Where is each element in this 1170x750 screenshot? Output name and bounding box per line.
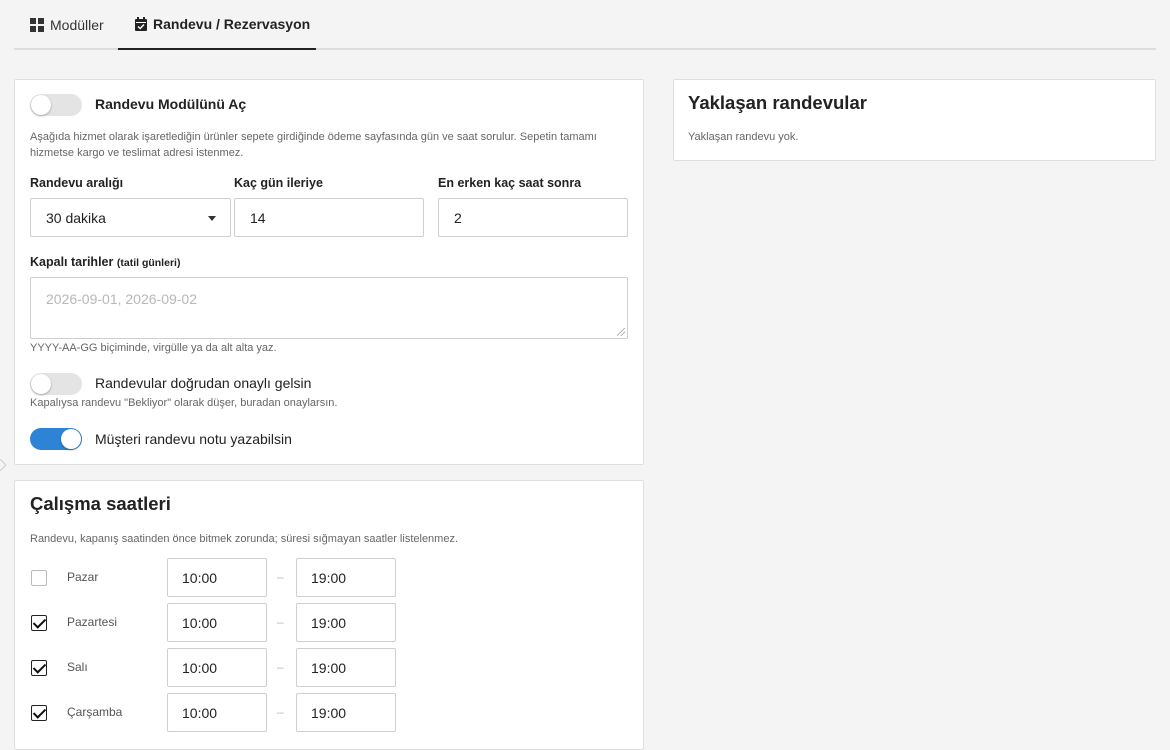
days-ahead-value: 14 bbox=[250, 209, 266, 226]
auto-confirm-toggle[interactable] bbox=[30, 373, 82, 395]
close-time-value: 19:00 bbox=[311, 614, 347, 631]
open-time-input[interactable]: 10:00 bbox=[167, 603, 267, 642]
open-time-input[interactable]: 10:00 bbox=[167, 558, 267, 597]
min-hours-label: En erken kaç saat sonra bbox=[438, 176, 582, 190]
closed-dates-label: Kapalı tarihler (tatil günleri) bbox=[30, 255, 180, 269]
min-hours-value: 2 bbox=[454, 209, 462, 226]
interval-label: Randevu aralığı bbox=[30, 176, 124, 190]
time-separator: – bbox=[277, 570, 284, 584]
settings-card: Randevu Modülünü Aç Aşağıda hizmet olara… bbox=[14, 79, 644, 465]
day-name: Salı bbox=[67, 660, 88, 674]
calendar-check-icon bbox=[135, 17, 147, 31]
time-separator: – bbox=[277, 705, 284, 719]
closed-dates-textarea[interactable]: 2026-09-01, 2026-09-02 bbox=[30, 277, 628, 339]
min-hours-input[interactable]: 2 bbox=[438, 198, 628, 237]
enable-module-label: Randevu Modülünü Aç bbox=[95, 96, 247, 112]
day-name: Çarşamba bbox=[67, 705, 123, 719]
days-ahead-label: Kaç gün ileriye bbox=[234, 176, 323, 190]
customer-note-toggle[interactable] bbox=[30, 428, 82, 450]
open-time-value: 10:00 bbox=[182, 704, 218, 721]
close-time-value: 19:00 bbox=[311, 569, 347, 586]
day-name: Pazartesi bbox=[67, 615, 118, 629]
day-checkbox-pazar[interactable] bbox=[31, 570, 47, 586]
close-time-input[interactable]: 19:00 bbox=[296, 558, 396, 597]
close-time-input[interactable]: 19:00 bbox=[296, 648, 396, 687]
time-separator: – bbox=[277, 660, 284, 674]
open-time-input[interactable]: 10:00 bbox=[167, 693, 267, 732]
close-time-input[interactable]: 19:00 bbox=[296, 693, 396, 732]
upcoming-empty: Yaklaşan randevu yok. bbox=[688, 131, 799, 143]
closed-dates-sub: (tatil günleri) bbox=[116, 257, 181, 269]
module-description: Aşağıda hizmet olarak işaretlediğin ürün… bbox=[30, 131, 597, 159]
time-separator: – bbox=[277, 615, 284, 629]
closed-dates-help: YYYY-AA-GG biçiminde, virgülle ya da alt… bbox=[30, 342, 277, 354]
interval-value: 30 dakika bbox=[46, 209, 106, 226]
day-checkbox-carsamba[interactable] bbox=[31, 705, 47, 721]
interval-select[interactable]: 30 dakika bbox=[30, 198, 231, 237]
auto-confirm-help: Kapalıysa randevu "Bekliyor" olarak düşe… bbox=[30, 397, 338, 409]
open-time-value: 10:00 bbox=[182, 659, 218, 676]
closed-dates-label-text: Kapalı tarihler bbox=[30, 255, 114, 269]
tab-moduller[interactable]: Modüller bbox=[30, 0, 104, 50]
close-time-value: 19:00 bbox=[311, 659, 347, 676]
day-name: Pazar bbox=[67, 570, 99, 584]
resize-grip-icon[interactable] bbox=[617, 328, 625, 336]
open-time-value: 10:00 bbox=[182, 569, 218, 586]
upcoming-title: Yaklaşan randevular bbox=[688, 92, 867, 113]
working-hours-card: Çalışma saatleri Randevu, kapanış saatin… bbox=[14, 480, 644, 750]
day-checkbox-sali[interactable] bbox=[31, 660, 47, 676]
auto-confirm-label: Randevular doğrudan onaylı gelsin bbox=[95, 375, 312, 391]
working-hours-title: Çalışma saatleri bbox=[30, 493, 171, 514]
grid-icon bbox=[30, 18, 44, 32]
tab-randevu[interactable]: Randevu / Rezervasyon bbox=[118, 0, 316, 50]
chevron-right-icon[interactable] bbox=[0, 459, 6, 471]
caret-down-icon bbox=[208, 216, 216, 221]
working-hours-description: Randevu, kapanış saatinden önce bitmek z… bbox=[30, 533, 459, 545]
customer-note-label: Müşteri randevu notu yazabilsin bbox=[95, 431, 292, 447]
tab-label: Randevu / Rezervasyon bbox=[153, 16, 311, 32]
open-time-value: 10:00 bbox=[182, 614, 218, 631]
close-time-value: 19:00 bbox=[311, 704, 347, 721]
days-ahead-input[interactable]: 14 bbox=[234, 198, 424, 237]
close-time-input[interactable]: 19:00 bbox=[296, 603, 396, 642]
open-time-input[interactable]: 10:00 bbox=[167, 648, 267, 687]
closed-dates-placeholder: 2026-09-01, 2026-09-02 bbox=[46, 291, 198, 307]
tab-bar: Modüller Randevu / Rezervasyon bbox=[14, 0, 1156, 50]
enable-module-toggle[interactable] bbox=[30, 94, 82, 116]
day-checkbox-pazartesi[interactable] bbox=[31, 615, 47, 631]
upcoming-card: Yaklaşan randevular Yaklaşan randevu yok… bbox=[673, 79, 1156, 161]
tab-label: Modüller bbox=[50, 17, 104, 33]
